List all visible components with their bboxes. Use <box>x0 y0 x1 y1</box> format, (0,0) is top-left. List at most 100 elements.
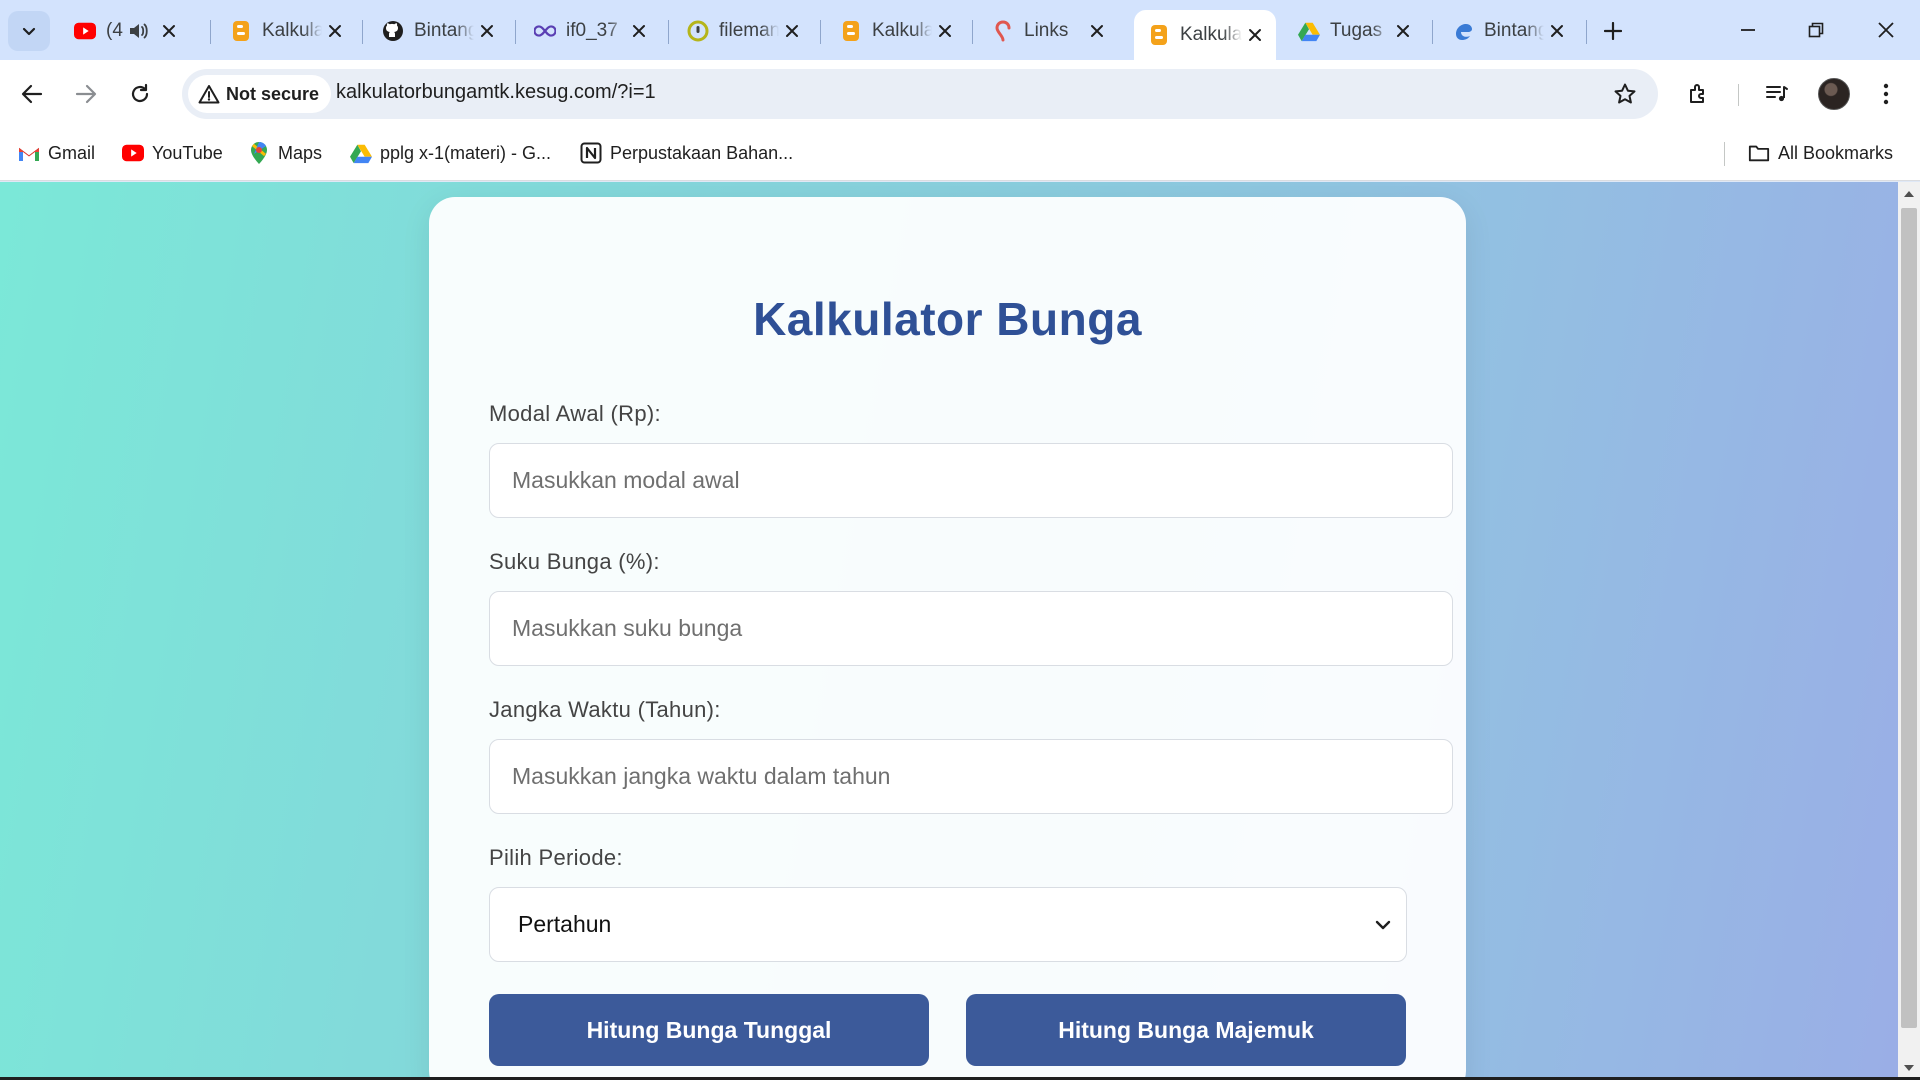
profile-avatar[interactable] <box>1818 78 1850 110</box>
tab-strip: (4 Kalkulator Bunga BintangMTK <box>0 0 1920 60</box>
links-icon <box>992 20 1014 42</box>
tab-github[interactable]: BintangMTK <box>368 10 508 52</box>
jangka-waktu-label: Jangka Waktu (Tahun): <box>489 697 721 722</box>
blogger-icon <box>230 20 252 42</box>
hitung-bunga-tunggal-button[interactable]: Hitung Bunga Tunggal <box>489 994 929 1066</box>
tab-tugas[interactable]: Tugas <box>1284 10 1424 52</box>
url-text[interactable]: kalkulatorbungamtk.kesug.com/?i=1 <box>336 81 656 104</box>
page-scrollbar[interactable] <box>1898 182 1920 1080</box>
modal-awal-input[interactable] <box>489 443 1453 518</box>
bookmark-maps[interactable]: Maps <box>248 138 322 168</box>
hitung-bunga-majemuk-button[interactable]: Hitung Bunga Majemuk <box>966 994 1406 1066</box>
folder-icon <box>1748 142 1770 164</box>
back-button[interactable] <box>12 74 52 114</box>
tab-title: filemanager <box>719 20 779 41</box>
restore-button[interactable] <box>1782 0 1850 60</box>
all-bookmarks-label: All Bookmarks <box>1778 142 1894 163</box>
security-label: Not secure <box>226 83 320 104</box>
tab-close-icon[interactable] <box>1390 18 1416 44</box>
bookmark-label: pplg x-1(materi) - G... <box>380 142 552 163</box>
tab-close-icon[interactable] <box>932 18 958 44</box>
arrow-left-icon <box>21 84 43 104</box>
address-bar[interactable]: Not secure kalkulatorbungamtk.kesug.com/… <box>182 69 1658 119</box>
tab-kalkulator-1[interactable]: Kalkulator Bunga <box>216 10 356 52</box>
suku-bunga-label: Suku Bunga (%): <box>489 549 660 574</box>
chevron-down-icon <box>1372 914 1394 936</box>
gmail-icon <box>18 142 40 164</box>
bookmark-pplg[interactable]: pplg x-1(materi) - G... <box>350 138 551 168</box>
close-icon <box>1878 22 1894 38</box>
blogger-icon <box>840 20 862 42</box>
periode-label: Pilih Periode: <box>489 845 623 870</box>
plus-icon <box>1604 22 1622 40</box>
menu-kebab-icon[interactable] <box>1866 74 1906 114</box>
close-window-button[interactable] <box>1852 0 1920 60</box>
tab-close-icon[interactable] <box>1544 18 1570 44</box>
reload-icon <box>131 83 149 103</box>
page-viewport: Kalkulator Bunga Modal Awal (Rp): Suku B… <box>0 182 1898 1080</box>
scroll-up-icon[interactable] <box>1903 188 1915 200</box>
media-control-icon[interactable] <box>1757 74 1797 114</box>
arrow-right-icon <box>75 84 97 104</box>
tab-search-button[interactable] <box>8 11 50 51</box>
tab-close-icon[interactable] <box>474 18 500 44</box>
tab-title: BintangMTK <box>1484 20 1544 41</box>
tab-if0[interactable]: if0_37 <box>520 10 660 52</box>
bookmark-label: Maps <box>278 142 323 163</box>
tab-title: (4 <box>106 20 123 41</box>
minimize-icon <box>1741 29 1755 31</box>
tab-bintang-edge[interactable]: BintangMTK <box>1438 10 1578 52</box>
tab-filemanager[interactable]: filemanager <box>673 10 813 52</box>
bookmark-label: YouTube <box>152 142 223 163</box>
tab-title: Kalkulator Bunga <box>872 20 932 41</box>
tab-kalkulator-active[interactable]: Kalkulator Bunga <box>1134 10 1276 60</box>
warning-icon <box>198 85 220 104</box>
jangka-waktu-input[interactable] <box>489 739 1453 814</box>
github-icon <box>382 20 404 42</box>
site-info-button[interactable]: Not secure <box>188 75 332 113</box>
tab-title: Kalkulator Bunga <box>262 20 322 41</box>
bookmark-label: Gmail <box>48 142 96 163</box>
edge-icon <box>1452 20 1474 42</box>
tab-links[interactable]: Links <box>978 10 1118 52</box>
all-bookmarks-button[interactable]: All Bookmarks <box>1748 138 1893 168</box>
bookmark-gmail[interactable]: Gmail <box>18 138 95 168</box>
filemanager-icon <box>687 20 709 42</box>
tab-title: Tugas <box>1330 20 1383 41</box>
youtube-icon <box>122 142 144 164</box>
forward-button[interactable] <box>66 74 106 114</box>
bookmark-youtube[interactable]: YouTube <box>122 138 223 168</box>
tab-title: if0_37 <box>566 20 618 41</box>
bookmark-star-icon[interactable] <box>1612 81 1638 107</box>
modal-awal-label: Modal Awal (Rp): <box>489 401 661 426</box>
new-tab-button[interactable] <box>1596 14 1630 48</box>
infinityfree-icon <box>534 20 556 42</box>
extensions-icon[interactable] <box>1679 74 1719 114</box>
tab-close-icon[interactable] <box>779 18 805 44</box>
bookmarks-bar: Gmail YouTube Maps pplg x-1(materi) - G.… <box>0 128 1920 181</box>
bookmark-perpustakaan[interactable]: Perpustakaan Bahan... <box>580 138 793 168</box>
tab-youtube[interactable]: (4 <box>60 10 200 52</box>
tab-kalkulator-2[interactable]: Kalkulator Bunga <box>826 10 966 52</box>
chevron-down-icon <box>22 27 36 36</box>
tab-close-icon[interactable] <box>626 18 652 44</box>
google-drive-icon <box>1298 20 1320 42</box>
tab-title: Kalkulator Bunga <box>1180 24 1242 45</box>
tab-close-icon[interactable] <box>1242 22 1268 48</box>
periode-select[interactable]: Pertahun <box>489 887 1407 962</box>
maps-icon <box>248 141 270 164</box>
scrollbar-thumb[interactable] <box>1901 208 1917 1028</box>
tab-close-icon[interactable] <box>322 18 348 44</box>
periode-selected-value: Pertahun <box>518 911 612 937</box>
tab-close-icon[interactable] <box>156 18 182 44</box>
youtube-icon <box>74 20 96 42</box>
minimize-button[interactable] <box>1714 0 1782 60</box>
google-drive-icon <box>350 142 372 164</box>
tab-title: Links <box>1024 20 1069 41</box>
tab-close-icon[interactable] <box>1084 18 1110 44</box>
browser-toolbar: Not secure kalkulatorbungamtk.kesug.com/… <box>0 60 1920 128</box>
speaker-icon[interactable] <box>128 22 148 40</box>
scroll-down-icon[interactable] <box>1903 1062 1915 1074</box>
suku-bunga-input[interactable] <box>489 591 1453 666</box>
reload-button[interactable] <box>120 74 160 114</box>
